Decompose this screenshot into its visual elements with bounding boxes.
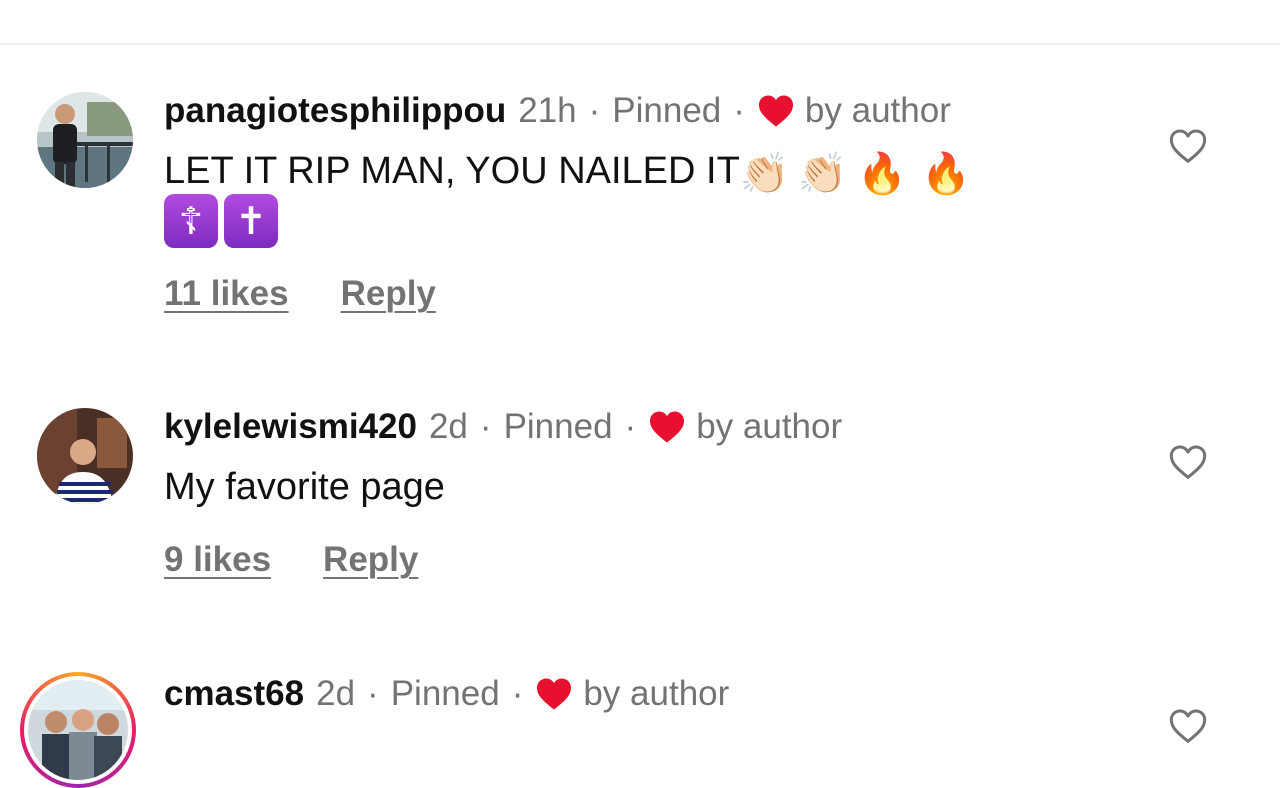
comment-actions: 11 likes Reply — [164, 272, 436, 316]
heart-filled-icon — [758, 95, 793, 127]
likes-count-link[interactable]: 11 likes — [164, 274, 289, 314]
heart-filled-icon — [650, 411, 685, 443]
story-ring[interactable] — [20, 672, 136, 788]
meta-separator: · — [367, 674, 379, 713]
comment-body: LET IT RIP MAN, YOU NAILED IT👏🏻 👏🏻 🔥 🔥 — [164, 144, 971, 198]
meta-separator: · — [511, 674, 524, 713]
avatar[interactable] — [28, 680, 128, 780]
reply-button[interactable]: Reply — [341, 274, 436, 314]
pinned-label: Pinned — [503, 407, 613, 446]
meta-separator: · — [588, 91, 601, 130]
username[interactable]: kylelewismi420 — [164, 407, 417, 447]
avatar[interactable] — [37, 92, 133, 188]
comment-time: 21h — [518, 91, 577, 130]
comment-text: My favorite page — [164, 466, 445, 508]
comment-time: 2d — [428, 407, 468, 446]
avatar[interactable] — [37, 408, 133, 504]
reply-button[interactable]: Reply — [323, 540, 418, 580]
clapping-hands-emoji: 👏🏻 — [739, 152, 790, 196]
heart-outline-icon[interactable] — [1168, 442, 1208, 482]
comment-body-line2: ☦ ✝ — [164, 194, 284, 249]
heart-filled-icon — [537, 678, 572, 710]
meta-separator: · — [733, 91, 745, 130]
fire-emoji: 🔥 — [857, 152, 908, 196]
clapping-hands-emoji: 👏🏻 — [797, 152, 848, 196]
heart-outline-icon[interactable] — [1168, 706, 1208, 746]
top-divider — [0, 43, 1280, 45]
meta-separator: · — [624, 407, 637, 446]
username[interactable]: panagiotesphilippou — [164, 91, 506, 131]
meta-separator: · — [479, 407, 492, 446]
latin-cross-emoji: ✝ — [224, 194, 278, 248]
comment-meta: panagiotesphilippou 21h · Pinned · by au… — [164, 89, 951, 133]
fire-emoji: 🔥 — [921, 152, 972, 196]
username[interactable]: cmast68 — [164, 674, 304, 714]
orthodox-cross-emoji: ☦ — [164, 194, 218, 248]
by-author-label: by author — [696, 407, 843, 446]
comment-time: 2d — [316, 674, 356, 713]
comment-actions: 9 likes Reply — [164, 538, 418, 582]
comment-meta: kylelewismi420 2d · Pinned · by author — [164, 405, 842, 449]
pinned-label: Pinned — [612, 91, 722, 130]
comment-meta: cmast68 2d · Pinned · by author — [164, 672, 729, 716]
pinned-label: Pinned — [390, 674, 500, 713]
likes-count-link[interactable]: 9 likes — [164, 540, 271, 580]
comment-text: LET IT RIP MAN, YOU NAILED IT — [164, 150, 740, 192]
heart-outline-icon[interactable] — [1168, 126, 1208, 166]
by-author-label: by author — [583, 674, 730, 713]
comment-body: My favorite page — [164, 460, 445, 514]
by-author-label: by author — [804, 91, 951, 130]
